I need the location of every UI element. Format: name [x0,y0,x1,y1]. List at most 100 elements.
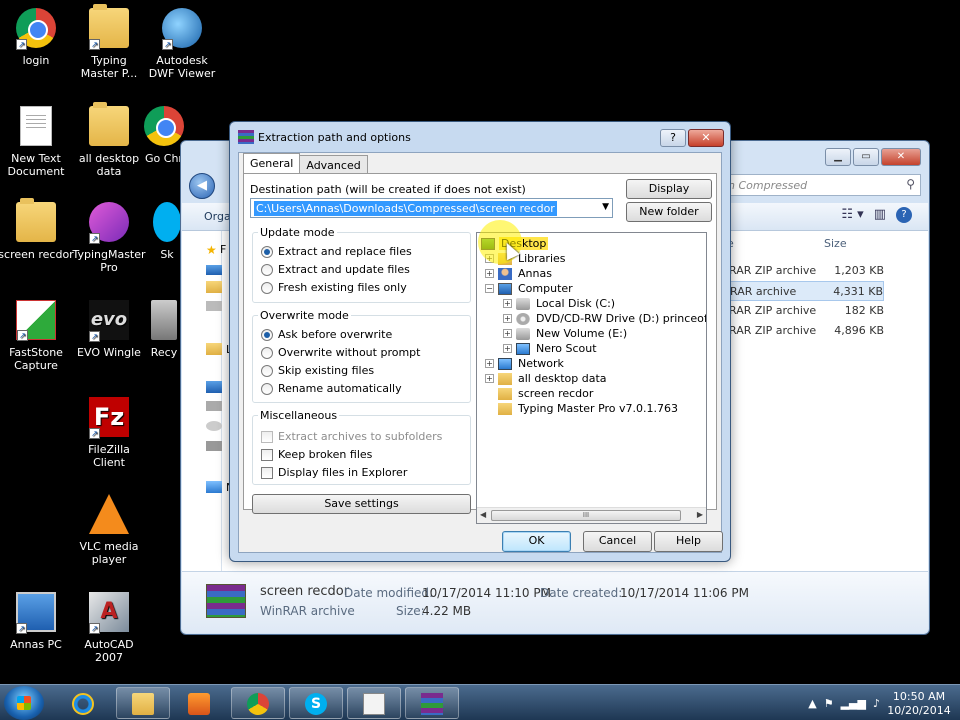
views-icon[interactable]: ☷ ▾ [841,207,863,223]
desktop-icon-filezilla-client[interactable]: Fz ↗ FileZilla Client [71,397,147,469]
dialog-help-button[interactable]: ? [660,129,686,147]
volume-icon[interactable]: ♪ [873,697,880,710]
scroll-right-icon[interactable]: ▶ [697,510,703,519]
update-mode-extract-replace[interactable]: Extract and replace files [261,245,412,258]
tab-advanced[interactable]: Advanced [299,155,368,173]
desktop-icon-typingmaster-pro[interactable]: ↗ TypingMaster Pro [71,202,147,274]
keep-broken-files-checkbox[interactable]: Keep broken files [261,448,372,461]
desktop-icon-new-text-document[interactable]: New Text Document [0,106,74,178]
maximize-button[interactable]: ▭ [853,148,879,166]
radio[interactable] [261,281,273,294]
taskbar-internet-explorer[interactable] [56,687,110,719]
libraries-nav-icon[interactable] [206,343,222,355]
radio-selected[interactable] [261,328,273,341]
radio[interactable] [261,263,273,276]
tree-node-network[interactable]: + Network [485,357,566,370]
overwrite-ask-before[interactable]: Ask before overwrite [261,328,392,341]
overwrite-rename-auto[interactable]: Rename automatically [261,382,402,395]
dialog-close-button[interactable]: ✕ [688,129,724,147]
network-nav-icon[interactable] [206,481,222,493]
folder-tree[interactable]: Desktop + Libraries + Annas − Computer [476,232,707,524]
file-row[interactable]: RAR ZIP archive 182 KB [727,301,884,321]
desktop-icon-annas-pc[interactable]: ↗ Annas PC [0,592,74,651]
desktop-nav-icon[interactable] [206,265,222,275]
help-icon[interactable]: ? [896,207,912,223]
dvd-nav-icon[interactable] [206,421,222,431]
tree-node-computer[interactable]: − Computer [485,282,575,295]
tree-node-annas[interactable]: + Annas [485,267,554,280]
file-row[interactable]: RAR archive 4,331 KB [727,281,884,301]
display-button[interactable]: Display [626,179,712,199]
drive-nav-icon[interactable] [206,401,222,411]
update-mode-fresh-existing[interactable]: Fresh existing files only [261,281,407,294]
desktop-icon-screen-recdor[interactable]: screen recdor [0,198,74,261]
downloads-nav-icon[interactable] [206,281,222,293]
desktop-icon-skype[interactable]: Sk [152,202,182,261]
volume-nav-icon[interactable] [206,441,222,451]
file-row[interactable]: RAR ZIP archive 1,203 KB [727,261,884,281]
desktop-icon-vlc-media-player[interactable]: VLC media player [71,494,147,566]
taskbar-winrar[interactable] [405,687,459,719]
desktop-icon-all-desktop-data[interactable]: all desktop data [71,102,147,178]
desktop-icon-faststone-capture[interactable]: ↗ FastStone Capture [0,300,74,372]
help-button[interactable]: Help [654,531,723,552]
flag-icon[interactable]: ⚑ [824,697,834,710]
close-button[interactable]: ✕ [881,148,921,166]
column-size[interactable]: Size [824,237,847,250]
tab-general[interactable]: General [243,153,301,173]
minimize-button[interactable]: ▁ [825,148,851,166]
taskbar-chrome[interactable] [231,687,285,719]
display-in-explorer-checkbox[interactable]: Display files in Explorer [261,466,407,479]
desktop-icon-typing-master-folder[interactable]: ↗ Typing Master P... [71,4,147,80]
radio[interactable] [261,382,273,395]
tree-node-local-disk-c[interactable]: + Local Disk (C:) [503,297,617,310]
ok-button[interactable]: OK [502,531,571,552]
search-input[interactable]: h Compressed ⚲ [721,174,921,196]
checkbox[interactable] [261,448,273,461]
desktop-icon-evo-wingle[interactable]: evo ↗ EVO Wingle [71,300,147,359]
overwrite-without-prompt[interactable]: Overwrite without prompt [261,346,420,359]
desktop-icon-autocad-2007[interactable]: A ↗ AutoCAD 2007 [71,592,147,664]
network-icon [498,357,512,370]
taskbar-skype[interactable]: S [289,687,343,719]
tree-node-dvd-drive-d[interactable]: + DVD/CD-RW Drive (D:) princeofpakista [503,312,706,325]
overwrite-skip-existing[interactable]: Skip existing files [261,364,374,377]
taskbar-app[interactable] [347,687,401,719]
tree-horizontal-scrollbar[interactable]: ◀ III ▶ [477,507,706,523]
preview-pane-icon[interactable]: ▥ [874,207,886,223]
update-mode-extract-update[interactable]: Extract and update files [261,263,410,276]
desktop-icon-recycle-bin[interactable]: Recy [146,300,182,359]
new-folder-button[interactable]: New folder [626,202,712,222]
organize-menu[interactable]: Orga [204,210,231,223]
tree-node-screen-recdor[interactable]: screen recdor [498,387,595,400]
radio[interactable] [261,364,273,377]
network-signal-icon[interactable]: ▂▄▆ [841,697,866,710]
radio-selected[interactable] [261,245,273,258]
tree-node-new-volume-e[interactable]: + New Volume (E:) [503,327,629,340]
radio[interactable] [261,346,273,359]
computer-nav-icon[interactable] [206,381,222,393]
taskbar-windows-explorer[interactable] [116,687,170,719]
taskbar-media-player[interactable] [172,687,226,719]
cancel-button[interactable]: Cancel [583,531,652,552]
desktop-icon-login[interactable]: ↗ login [0,8,74,67]
tree-node-typing-master-pro[interactable]: Typing Master Pro v7.0.1.763 [498,402,680,415]
save-settings-button[interactable]: Save settings [252,494,471,514]
dropdown-arrow-icon[interactable]: ▼ [602,202,609,212]
scroll-left-icon[interactable]: ◀ [480,510,486,519]
extract-to-subfolders-checkbox[interactable]: Extract archives to subfolders [261,430,442,443]
desktop-icon-google-chrome[interactable]: Go Chr [144,106,184,165]
show-hidden-icons-icon[interactable]: ▲ [808,697,816,710]
back-button[interactable]: ◀ [189,173,215,199]
checkbox[interactable] [261,466,273,479]
destination-path-combo[interactable]: C:\Users\Annas\Downloads\Compressed\scre… [250,198,613,218]
tree-node-nero-scout[interactable]: + Nero Scout [503,342,599,355]
scrollbar-thumb[interactable]: III [491,510,681,521]
checkbox[interactable] [261,430,273,443]
file-row[interactable]: RAR ZIP archive 4,896 KB [727,321,884,341]
start-button[interactable] [4,686,44,720]
tree-node-all-desktop-data[interactable]: + all desktop data [485,372,609,385]
recent-nav-icon[interactable] [206,301,222,311]
desktop-icon-autodesk-dwf-viewer[interactable]: ↗ Autodesk DWF Viewer [144,8,220,80]
clock[interactable]: 10:50 AM 10/20/2014 [886,690,952,718]
